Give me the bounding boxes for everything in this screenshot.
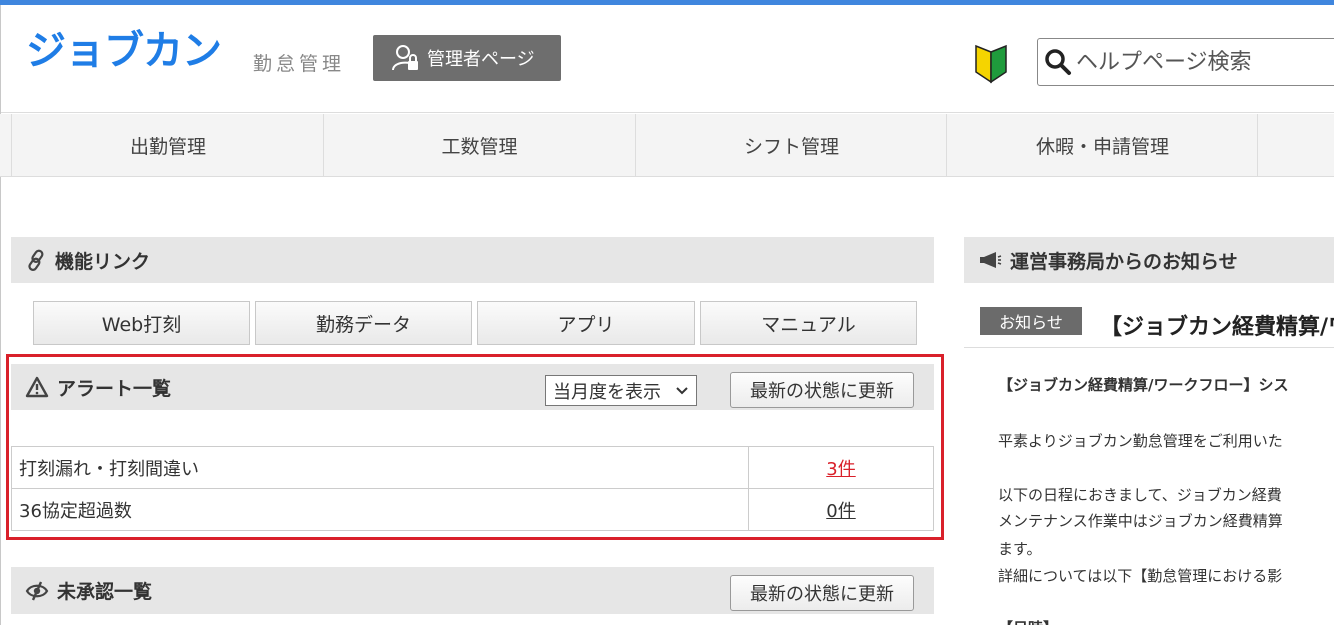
logo-subtitle: 勤怠管理	[253, 53, 346, 75]
news-body-line: 詳細については以下【勤怠管理における影	[998, 567, 1283, 585]
beginner-mark-icon[interactable]	[973, 44, 1009, 84]
help-search-box[interactable]	[1037, 38, 1334, 86]
news-body-line: メンテナンス作業中はジョブカン経費精算	[998, 512, 1283, 530]
news-body-line: 平素よりジョブカン勤怠管理をご利用いた	[998, 432, 1283, 450]
alerts-highlight-frame	[6, 354, 944, 540]
admin-page-label: 管理者ページ	[427, 49, 535, 70]
nav-leave-requests[interactable]: 休暇・申請管理	[946, 114, 1258, 177]
unapproved-title: 未承認一覧	[57, 581, 153, 603]
news-divider	[964, 347, 1334, 348]
admin-user-icon	[392, 45, 418, 71]
news-headline[interactable]: 【ジョブカン経費精算/ワ	[1100, 309, 1334, 341]
news-title: 運営事務局からのお知らせ	[1010, 250, 1238, 273]
news-body-line: ます。	[998, 540, 1042, 558]
jobcan-logo[interactable]: ジョブカン	[26, 28, 222, 74]
eye-slash-icon	[25, 581, 49, 600]
news-tag-badge: お知らせ	[980, 307, 1082, 335]
unapproved-refresh-button[interactable]: 最新の状態に更新	[730, 575, 914, 611]
admin-page-button[interactable]: 管理者ページ	[373, 35, 561, 81]
function-links-title: 機能リンク	[55, 250, 151, 273]
work-data-button[interactable]: 勤務データ	[255, 301, 472, 345]
news-body-line: 【ジョブカン経費精算/ワークフロー】シス	[998, 376, 1289, 394]
function-links-header: 機能リンク	[11, 237, 934, 283]
news-body-line: 【日時】	[998, 617, 1058, 625]
nav-shift[interactable]: シフト管理	[635, 114, 947, 177]
search-icon[interactable]	[1044, 48, 1072, 76]
link-icon	[28, 249, 44, 271]
app-button[interactable]: アプリ	[477, 301, 695, 345]
frame-border	[0, 5, 1, 625]
megaphone-icon	[980, 252, 1002, 268]
manual-button[interactable]: マニュアル	[700, 301, 917, 345]
web-punch-button[interactable]: Web打刻	[33, 301, 250, 345]
nav-more[interactable]	[1257, 114, 1334, 177]
help-search-input[interactable]	[1076, 49, 1326, 75]
news-body-line: 以下の日程におきまして、ジョブカン経費	[998, 486, 1282, 504]
nav-man-hours[interactable]: 工数管理	[323, 114, 635, 177]
news-header: 運営事務局からのお知らせ	[964, 237, 1334, 283]
header: ジョブカン 勤怠管理 管理者ページ	[0, 5, 1334, 113]
nav-attendance[interactable]: 出勤管理	[11, 114, 324, 177]
main-nav: 出勤管理 工数管理 シフト管理 休暇・申請管理	[0, 114, 1334, 177]
